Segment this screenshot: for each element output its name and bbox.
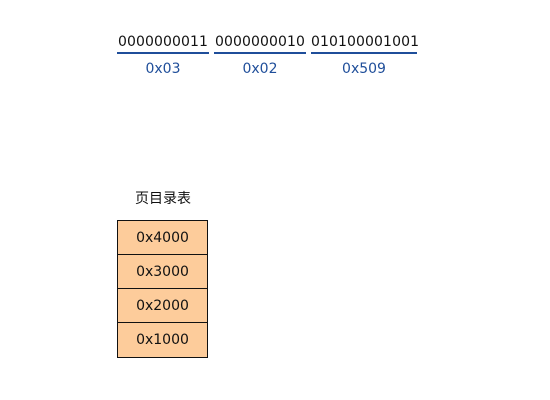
segment-1-hex: 0x03: [145, 61, 181, 77]
segment-2-underline: [214, 52, 306, 54]
segment-3-hex: 0x509: [342, 61, 386, 77]
page-directory-table: 0x4000 0x3000 0x2000 0x1000: [117, 220, 208, 358]
address-segment-3: 010100001001 0x509: [311, 33, 420, 78]
page-directory-entry: 0x3000: [118, 255, 207, 289]
page-directory-entry: 0x1000: [118, 323, 207, 357]
address-segment-2: 0000000010 0x02: [214, 33, 306, 78]
page-directory-entry: 0x2000: [118, 289, 207, 323]
segment-2-bits: 0000000010: [214, 34, 306, 50]
segment-3-underline: [311, 52, 417, 54]
address-segment-1: 0000000011 0x03: [117, 33, 209, 78]
segment-3-bits: 010100001001: [311, 34, 420, 50]
page-directory-title: 页目录表: [135, 191, 191, 207]
page-directory-entry: 0x4000: [118, 221, 207, 255]
segment-2-hex: 0x02: [242, 61, 278, 77]
segment-1-bits: 0000000011: [117, 34, 209, 50]
segment-1-underline: [117, 52, 209, 54]
